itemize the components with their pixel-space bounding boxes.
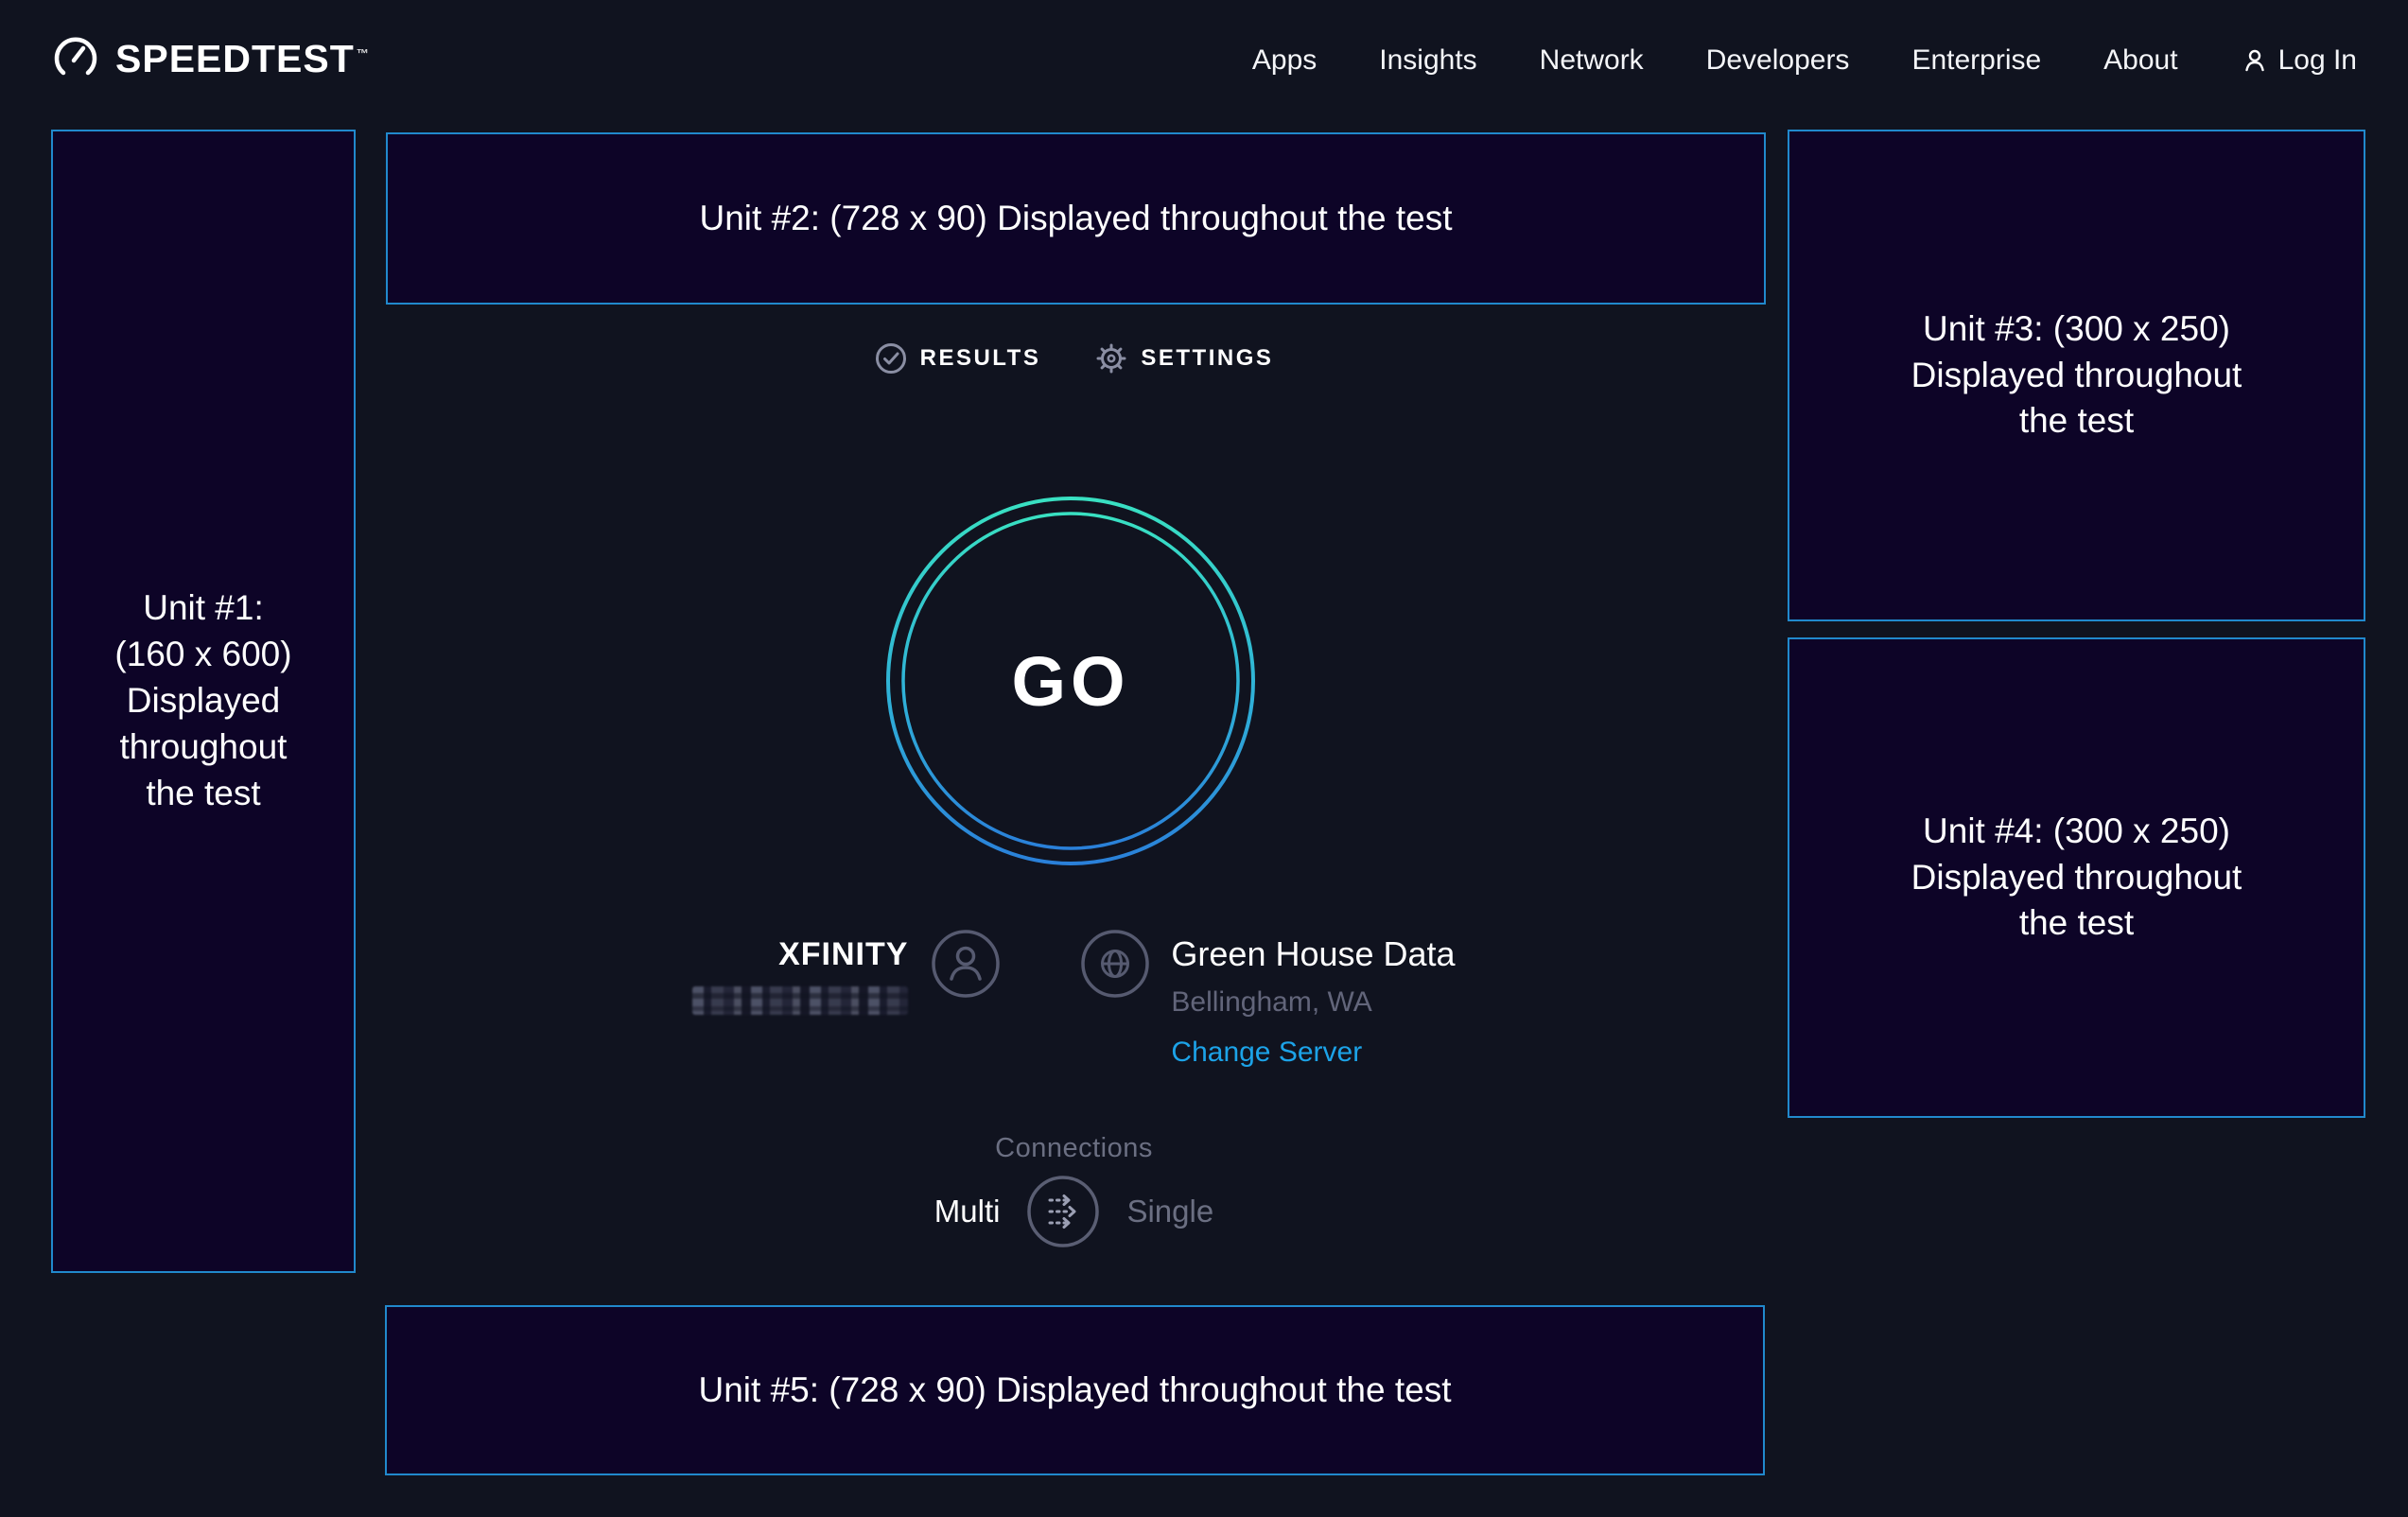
client-info: XFINITY [692, 929, 1001, 1015]
speedtest-page: SPEEDTEST™ Apps Insights Network Develop… [0, 0, 2408, 1517]
multi-connection-arrows-icon[interactable] [1026, 1175, 1100, 1248]
connections-toggle-row: Multi Single [386, 1175, 1762, 1248]
tab-results-label: RESULTS [920, 345, 1041, 372]
nav-item-about[interactable]: About [2103, 44, 2177, 77]
ad-unit-5[interactable]: Unit #5: (728 x 90) Displayed throughout… [385, 1305, 1765, 1475]
ad-unit-4-text: Unit #4: (300 x 250) Displayed throughou… [1911, 809, 2242, 947]
server-info: Green House Data Bellingham, WA Change S… [1080, 929, 1455, 1069]
gear-icon [1095, 342, 1127, 375]
isp-name: XFINITY [778, 936, 908, 973]
person-circle-icon [931, 929, 1001, 999]
tab-settings[interactable]: SETTINGS [1095, 342, 1273, 375]
ad-unit-3[interactable]: Unit #3: (300 x 250) Displayed throughou… [1788, 130, 2365, 621]
nav-item-developers[interactable]: Developers [1706, 44, 1850, 77]
ad-unit-2-text: Unit #2: (728 x 90) Displayed throughout… [700, 196, 1453, 242]
globe-circle-icon [1080, 929, 1150, 999]
ad-unit-1[interactable]: Unit #1: (160 x 600) Displayed throughou… [51, 130, 356, 1273]
nav-item-insights[interactable]: Insights [1379, 44, 1476, 77]
connections-mode-multi[interactable]: Multi [934, 1194, 1001, 1229]
tab-results[interactable]: RESULTS [875, 342, 1041, 375]
connections-mode-single[interactable]: Single [1126, 1194, 1213, 1229]
go-button[interactable]: GO [885, 496, 1256, 866]
login-button[interactable]: Log In [2241, 44, 2357, 77]
person-icon [2241, 46, 2269, 75]
login-label: Log In [2278, 44, 2357, 77]
connections-label: Connections [386, 1133, 1762, 1164]
tab-settings-label: SETTINGS [1141, 345, 1273, 372]
ad-unit-4[interactable]: Unit #4: (300 x 250) Displayed throughou… [1788, 637, 2365, 1118]
check-circle-icon [875, 342, 907, 375]
server-location: Bellingham, WA [1171, 986, 1455, 1019]
result-settings-tabs: RESULTS SETTINGS [386, 342, 1762, 375]
speedtest-logo[interactable]: SPEEDTEST™ [51, 34, 370, 83]
ad-unit-3-text: Unit #3: (300 x 250) Displayed throughou… [1911, 306, 2242, 445]
change-server-link[interactable]: Change Server [1171, 1037, 1455, 1069]
ad-unit-1-text: Unit #1: (160 x 600) Displayed throughou… [114, 585, 291, 816]
top-nav: Apps Insights Network Developers Enterpr… [1252, 44, 2357, 77]
nav-item-apps[interactable]: Apps [1252, 44, 1317, 77]
trademark-mark: ™ [357, 46, 370, 61]
nav-item-network[interactable]: Network [1540, 44, 1644, 77]
server-name: Green House Data [1171, 934, 1455, 974]
go-label: GO [885, 496, 1256, 866]
redacted-ip-text [692, 986, 908, 1015]
speedometer-icon [51, 34, 100, 83]
ad-unit-2[interactable]: Unit #2: (728 x 90) Displayed throughout… [386, 132, 1766, 305]
logo-text: SPEEDTEST™ [115, 37, 370, 81]
ad-unit-5-text: Unit #5: (728 x 90) Displayed throughout… [699, 1368, 1452, 1414]
nav-item-enterprise[interactable]: Enterprise [1911, 44, 2041, 77]
test-meta-row: XFINITY Green Hous [386, 929, 1762, 1069]
